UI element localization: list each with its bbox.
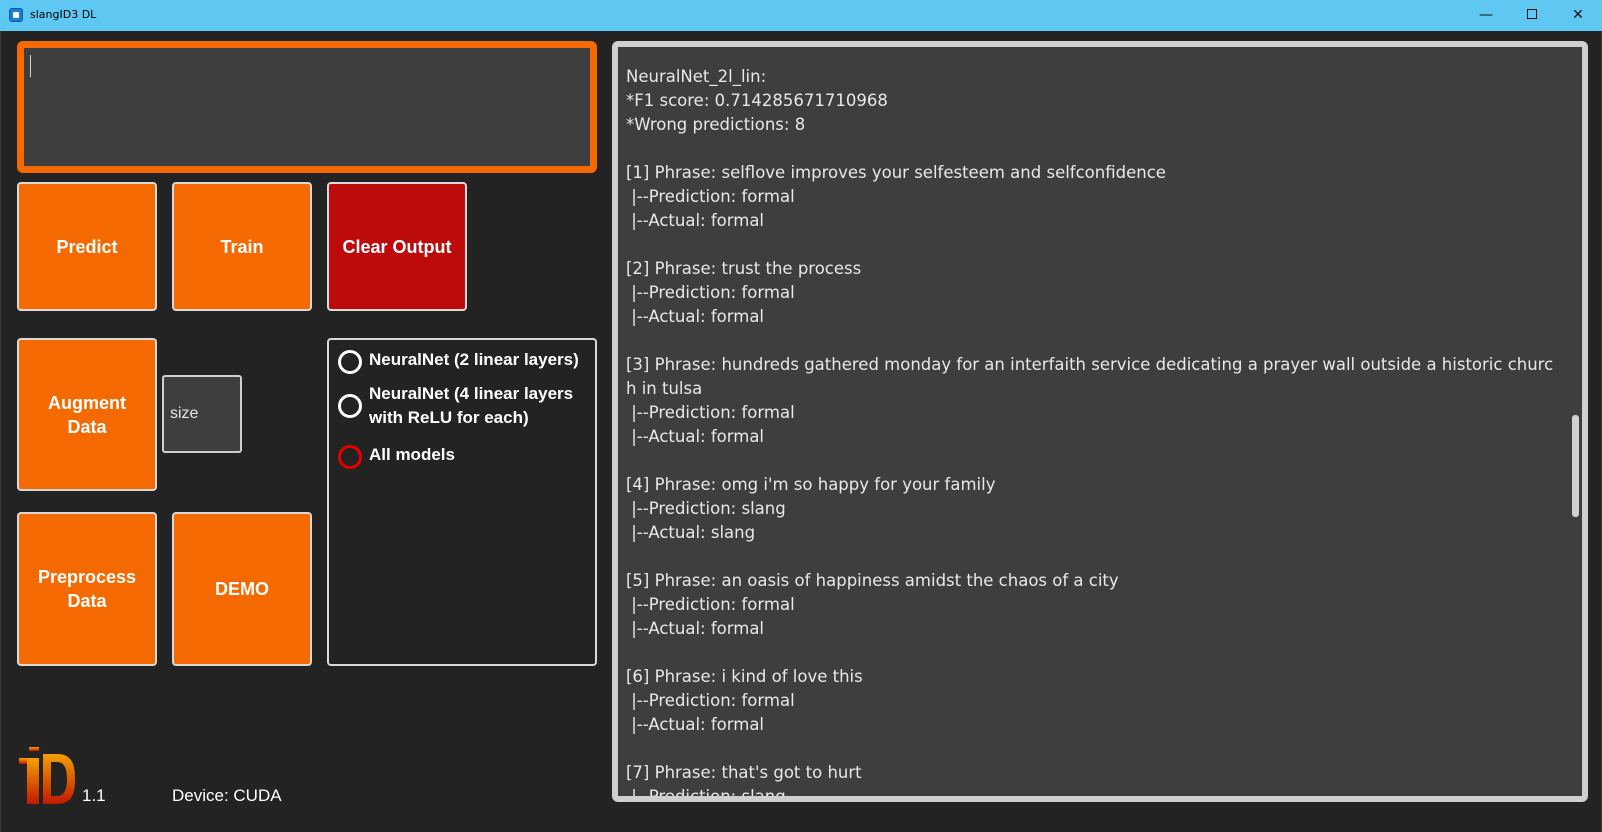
output-line: [6] Phrase: i kind of love this bbox=[626, 667, 863, 686]
output-line: |--Prediction: formal bbox=[626, 691, 795, 710]
output-line: |--Actual: formal bbox=[626, 715, 765, 734]
output-log: NeuralNet_2l_lin: *F1 score: 0.7142856717… bbox=[626, 65, 1566, 802]
window-title: slangID3 DL bbox=[30, 8, 97, 21]
predict-button-label: Predict bbox=[56, 236, 118, 257]
output-line: [2] Phrase: trust the process bbox=[626, 259, 862, 278]
maximize-icon bbox=[1527, 8, 1537, 19]
close-button[interactable]: ✕ bbox=[1555, 0, 1601, 31]
predict-button[interactable]: Predict bbox=[17, 182, 157, 311]
output-line: |--Actual: formal bbox=[626, 307, 765, 326]
train-button[interactable]: Train bbox=[172, 182, 312, 311]
output-line: |--Prediction: slang bbox=[626, 787, 786, 802]
preprocess-data-button[interactable]: Preprocess Data bbox=[17, 512, 157, 666]
radio-icon bbox=[338, 350, 362, 374]
model-option-label: NeuralNet (2 linear layers) bbox=[369, 350, 579, 369]
output-line: |--Prediction: formal bbox=[626, 595, 795, 614]
preprocess-data-label-2: Data bbox=[67, 591, 107, 611]
phrase-input[interactable] bbox=[17, 41, 597, 173]
radio-selected-icon bbox=[338, 445, 362, 469]
output-line: |--Prediction: slang bbox=[626, 499, 786, 518]
title-bar: slangID3 DL — ✕ bbox=[0, 0, 1602, 31]
augment-data-label-2: Data bbox=[67, 416, 107, 437]
output-line: [4] Phrase: omg i'm so happy for your fa… bbox=[626, 475, 996, 494]
clear-output-button[interactable]: Clear Output bbox=[327, 182, 467, 311]
output-line: NeuralNet_2l_lin: bbox=[626, 67, 767, 86]
output-line: [3] Phrase: hundreds gathered monday for… bbox=[626, 355, 1554, 374]
output-line: [5] Phrase: an oasis of happiness amidst… bbox=[626, 571, 1119, 590]
output-line: |--Actual: formal bbox=[626, 619, 765, 638]
minimize-button[interactable]: — bbox=[1463, 0, 1509, 31]
model-option-2-linear[interactable]: NeuralNet (2 linear layers) bbox=[338, 348, 593, 374]
model-option-label: NeuralNet (4 linear layers bbox=[369, 384, 574, 403]
output-line: |--Prediction: formal bbox=[626, 403, 795, 422]
train-button-label: Train bbox=[220, 236, 264, 257]
model-option-label-cont: with ReLU for each) bbox=[369, 408, 529, 427]
output-line: |--Prediction: formal bbox=[626, 187, 795, 206]
output-line: [1] Phrase: selflove improves your selfe… bbox=[626, 163, 1166, 182]
model-option-all-models[interactable]: All models bbox=[338, 443, 593, 469]
output-line: |--Actual: slang bbox=[626, 523, 756, 542]
preprocess-data-label-1: Preprocess bbox=[37, 567, 137, 587]
output-line: h in tulsa bbox=[626, 379, 703, 398]
radio-icon bbox=[338, 394, 362, 418]
output-line: [7] Phrase: that's got to hurt bbox=[626, 763, 862, 782]
output-line: *Wrong predictions: 8 bbox=[626, 115, 806, 134]
augment-data-button[interactable]: Augment Data bbox=[17, 338, 157, 491]
slangid-logo bbox=[19, 747, 75, 804]
text-caret bbox=[30, 55, 31, 77]
output-line: *F1 score: 0.714285671710968 bbox=[626, 91, 888, 110]
model-option-4-linear-relu[interactable]: NeuralNet (4 linear layers with ReLU for… bbox=[338, 382, 593, 432]
output-line: |--Actual: formal bbox=[626, 427, 765, 446]
output-panel[interactable]: NeuralNet_2l_lin: *F1 score: 0.7142856717… bbox=[612, 41, 1588, 802]
app-body: Predict Train Clear Output Augment Data … bbox=[0, 31, 1602, 832]
demo-button-label: DEMO bbox=[215, 579, 269, 599]
output-scrollbar[interactable] bbox=[1572, 415, 1579, 517]
augment-size-input[interactable]: size bbox=[162, 375, 242, 453]
augment-size-placeholder: size bbox=[170, 405, 199, 422]
augment-data-label-1: Augment bbox=[48, 392, 126, 413]
output-line: |--Prediction: formal bbox=[626, 283, 795, 302]
model-selector-panel: NeuralNet (2 linear layers) NeuralNet (4… bbox=[327, 338, 597, 666]
model-option-label-wrap: NeuralNet (4 linear layers with ReLU for… bbox=[369, 382, 599, 430]
model-option-label: All models bbox=[369, 445, 455, 464]
app-version: 1.1 bbox=[82, 786, 106, 805]
maximize-button[interactable] bbox=[1509, 0, 1555, 31]
clear-output-button-label: Clear Output bbox=[342, 236, 452, 257]
device-status: Device: CUDA bbox=[172, 786, 282, 805]
output-line: |--Actual: formal bbox=[626, 211, 765, 230]
demo-button[interactable]: DEMO bbox=[172, 512, 312, 666]
app-icon bbox=[9, 8, 23, 22]
